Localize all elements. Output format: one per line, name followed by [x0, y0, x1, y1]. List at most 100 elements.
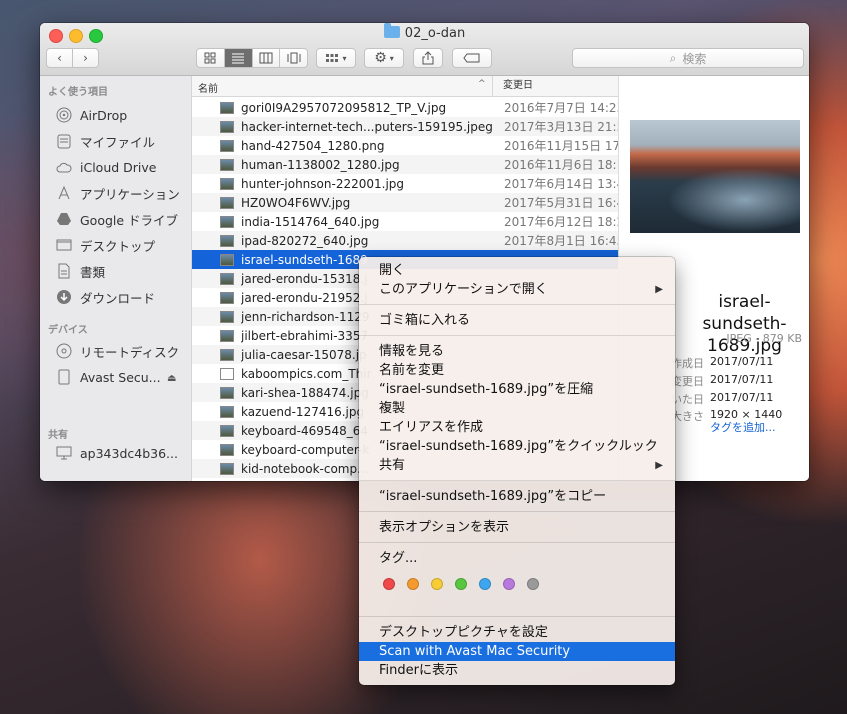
sidebar-item-label: ap343dc4b36...: [80, 445, 178, 461]
image-file-icon: [220, 272, 234, 285]
menu-separator: [359, 335, 675, 336]
sidebar-item-shared-computer[interactable]: ap343dc4b36...: [56, 443, 178, 463]
menu-item-label: ゴミ箱に入れる: [379, 313, 471, 328]
menu-item-label: エイリアスを作成: [379, 420, 484, 435]
chevron-right-icon: ›: [83, 51, 88, 65]
share-button[interactable]: [413, 48, 443, 68]
menu-item-show-view-options[interactable]: 表示オプションを表示: [359, 518, 675, 537]
column-header-date[interactable]: 変更日: [492, 76, 533, 96]
file-name: HZ0WO4F6WV.jpg: [241, 195, 351, 210]
sidebar-item-label: デスクトップ: [80, 238, 156, 254]
tag-color-gray[interactable]: [527, 578, 539, 590]
eject-icon[interactable]: ⏏: [167, 373, 176, 384]
sidebar-item-desktop[interactable]: デスクトップ: [56, 235, 155, 255]
file-row[interactable]: india-1514764_640.jpg 2017年6月12日 18:20: [192, 212, 618, 231]
tag-color-purple[interactable]: [503, 578, 515, 590]
sidebar-item-remote-disc[interactable]: リモートディスク: [56, 341, 179, 361]
menu-item-label: 開く: [379, 263, 406, 278]
sidebar-item-all-my-files[interactable]: マイファイル: [56, 131, 155, 151]
forward-button[interactable]: ›: [72, 48, 99, 68]
menu-item-duplicate[interactable]: 複製: [359, 399, 675, 418]
sidebar-header-favorites: よく使う項目: [48, 87, 108, 98]
back-button[interactable]: ‹: [46, 48, 73, 68]
sidebar-item-label: アプリケーション: [80, 186, 180, 202]
menu-item-scan-with-avast[interactable]: Scan with Avast Mac Security: [359, 642, 675, 661]
file-row[interactable]: ipad-820272_640.jpg 2017年8月1日 16:45: [192, 231, 618, 250]
action-button[interactable]: ⚙ ▾: [364, 48, 404, 68]
file-row[interactable]: hunter-johnson-222001.jpg 2017年6月14日 13:4…: [192, 174, 618, 193]
chevron-down-icon: ▾: [389, 53, 394, 63]
menu-item-set-desktop-picture[interactable]: デスクトップピクチャを設定: [359, 623, 675, 642]
tag-color-green[interactable]: [455, 578, 467, 590]
cover-flow-button[interactable]: [280, 49, 307, 67]
menu-item-make-alias[interactable]: エイリアスを作成: [359, 418, 675, 437]
airdrop-icon: [56, 107, 72, 123]
title-bar[interactable]: 02_o-dan ‹ › ▾ ⚙ ▾ ⌕ 検索: [40, 23, 809, 76]
tag-color-blue[interactable]: [479, 578, 491, 590]
menu-item-compress[interactable]: “israel-sundseth-1689.jpg”を圧縮: [359, 380, 675, 399]
context-menu: 開く このアプリケーションで開く ▶ ゴミ箱に入れる 情報を見る 名前を変更 “i…: [359, 257, 675, 685]
sidebar-item-airdrop[interactable]: AirDrop: [56, 105, 127, 125]
tag-color-red[interactable]: [383, 578, 395, 590]
menu-item-open-with[interactable]: このアプリケーションで開く ▶: [359, 280, 675, 299]
add-tags-link[interactable]: タグを追加...: [710, 419, 776, 435]
menu-item-rename[interactable]: 名前を変更: [359, 361, 675, 380]
file-date: 2017年3月13日 21:50: [504, 120, 618, 134]
meta-value: 2017/07/11: [710, 373, 774, 386]
file-name: india-1514764_640.jpg: [241, 214, 380, 229]
column-header: 名前 ^ 変更日: [192, 76, 618, 97]
image-file-icon: [220, 196, 234, 209]
menu-item-get-info[interactable]: 情報を見る: [359, 342, 675, 361]
file-row[interactable]: HZ0WO4F6WV.jpg 2017年5月31日 16:41: [192, 193, 618, 212]
column-view-button[interactable]: [253, 49, 281, 67]
chevron-down-icon: ▾: [342, 53, 347, 63]
sidebar-item-downloads[interactable]: ダウンロード: [56, 287, 155, 307]
sidebar-item-applications[interactable]: アプリケーション: [56, 183, 180, 203]
downloads-icon: [56, 289, 72, 305]
file-row[interactable]: gori0I9A2957072095812_TP_V.jpg 2016年7月7日 …: [192, 98, 618, 117]
menu-item-reveal-in-finder[interactable]: Finderに表示: [359, 661, 675, 680]
tag-color-yellow[interactable]: [431, 578, 443, 590]
file-name: ipad-820272_640.jpg: [241, 233, 369, 248]
menu-item-label: このアプリケーションで開く: [379, 282, 548, 297]
menu-item-share[interactable]: 共有 ▶: [359, 456, 675, 475]
sidebar-item-google-drive[interactable]: Google ドライブ: [56, 209, 178, 229]
tag-color-orange[interactable]: [407, 578, 419, 590]
list-icon: [232, 53, 245, 64]
search-field[interactable]: ⌕ 検索: [572, 48, 804, 68]
column-header-name[interactable]: 名前: [198, 80, 218, 95]
sidebar-item-avast-volume[interactable]: Avast Secu...: [56, 367, 161, 387]
sidebar-item-label: マイファイル: [80, 134, 156, 150]
share-icon: [422, 51, 434, 65]
remote-disc-icon: [56, 343, 72, 359]
menu-item-label: “israel-sundseth-1689.jpg”を圧縮: [379, 382, 594, 397]
file-date: 2016年11月6日 18:14: [504, 158, 618, 172]
image-file-icon: [220, 139, 234, 152]
menu-item-quick-look[interactable]: “israel-sundseth-1689.jpg”をクイックルック: [359, 437, 675, 456]
menu-item-open[interactable]: 開く: [359, 261, 675, 280]
file-row[interactable]: hacker-internet-tech...puters-159195.jpe…: [192, 117, 618, 136]
file-date: 2017年8月1日 16:45: [504, 234, 618, 248]
documents-icon: [56, 263, 72, 279]
menu-item-copy[interactable]: “israel-sundseth-1689.jpg”をコピー: [359, 487, 675, 506]
view-mode-group: [196, 48, 308, 68]
search-placeholder: 検索: [682, 51, 707, 66]
arrange-button[interactable]: ▾: [316, 48, 356, 68]
edit-tags-button[interactable]: [452, 48, 492, 68]
desktop-icon: [56, 237, 72, 253]
menu-item-label: “israel-sundseth-1689.jpg”をコピー: [379, 489, 607, 504]
list-view-button[interactable]: [224, 49, 253, 67]
file-date: 2017年5月31日 16:41: [504, 196, 618, 210]
icon-view-button[interactable]: [197, 49, 225, 67]
sidebar-item-icloud-drive[interactable]: iCloud Drive: [56, 157, 156, 177]
sort-ascending-icon[interactable]: ^: [478, 79, 486, 89]
image-file-icon: [220, 310, 234, 323]
file-row[interactable]: hand-427504_1280.png 2016年11月15日 17:42: [192, 136, 618, 155]
menu-item-move-to-trash[interactable]: ゴミ箱に入れる: [359, 311, 675, 330]
file-row[interactable]: human-1138002_1280.jpg 2016年11月6日 18:14: [192, 155, 618, 174]
menu-item-tags[interactable]: タグ...: [359, 549, 675, 568]
menu-item-label: “israel-sundseth-1689.jpg”をクイックルック: [379, 439, 658, 454]
sidebar-item-documents[interactable]: 書類: [56, 261, 105, 281]
file-name: human-1138002_1280.jpg: [241, 157, 400, 172]
menu-separator: [359, 542, 675, 543]
